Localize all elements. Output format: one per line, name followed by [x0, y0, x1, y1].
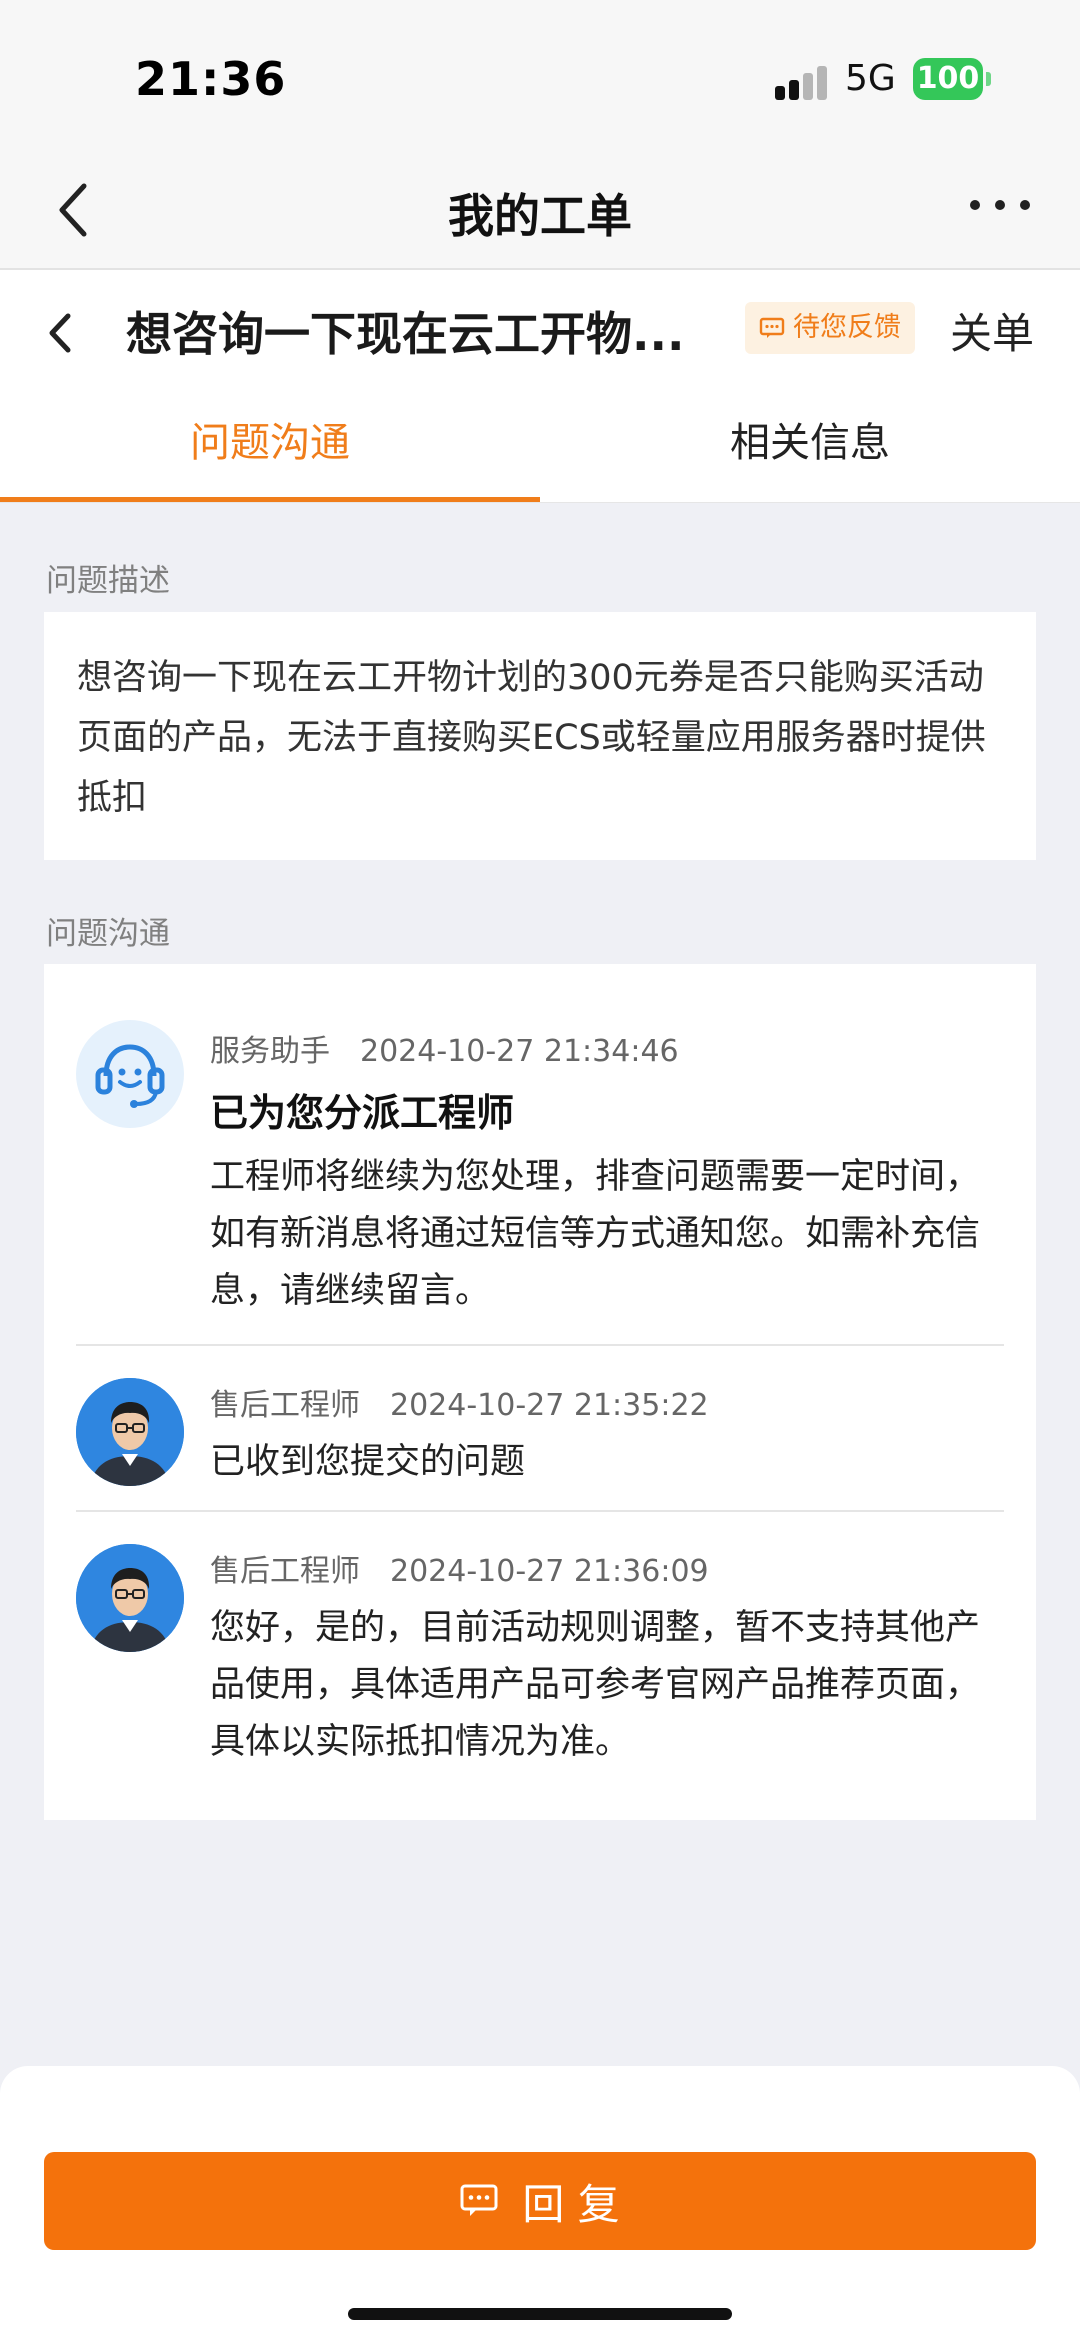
- divider: [76, 1344, 1004, 1346]
- more-options-icon[interactable]: [970, 200, 1030, 214]
- message-body: 工程师将继续为您处理，排查问题需要一定时间，如有新消息将通过短信等方式通知您。如…: [210, 1157, 981, 1311]
- description-section-label: 问题描述: [46, 563, 170, 599]
- network-type: 5G: [845, 58, 896, 99]
- reply-button-label: 回 复: [522, 2179, 620, 2229]
- communication-section-label: 问题沟通: [46, 916, 170, 952]
- reply-button[interactable]: 回 复: [44, 2152, 1036, 2250]
- ticket-title: 想咨询一下现在云工开物...: [126, 307, 685, 361]
- nav-bar: 我的工单: [0, 150, 1080, 270]
- status-badge: 待您反馈: [745, 302, 915, 354]
- sender-name: 售后工程师: [210, 1388, 360, 1423]
- ticket-header: 想咨询一下现在云工开物... 待您反馈 关单: [0, 270, 1080, 390]
- message-body: 已收到您提交的问题: [210, 1442, 526, 1482]
- divider: [76, 1510, 1004, 1512]
- tab-communication[interactable]: 问题沟通: [0, 390, 540, 502]
- message-meta: 售后工程师 2024-10-27 21:35:22: [210, 1380, 709, 1424]
- assistant-avatar-icon: [76, 1020, 184, 1128]
- message-body: 您好，是的，目前活动规则调整，暂不支持其他产品使用，具体适用产品可参考官网产品推…: [210, 1608, 981, 1762]
- status-badge-label: 待您反馈: [793, 312, 901, 343]
- battery-tip: [986, 72, 991, 86]
- status-time: 21:36: [135, 52, 287, 106]
- home-indicator[interactable]: [348, 2308, 732, 2320]
- communication-card: 服务助手 2024-10-27 21:34:46 已为您分派工程师 工程师将继续为…: [44, 964, 1036, 1820]
- bottom-bar: 回 复: [0, 2066, 1080, 2341]
- message-meta: 售后工程师 2024-10-27 21:36:09: [210, 1546, 709, 1590]
- close-ticket-button[interactable]: 关单: [950, 300, 1034, 361]
- message-time: 2024-10-27 21:34:46: [360, 1034, 679, 1069]
- tab-bar: 问题沟通 相关信息: [0, 390, 1080, 503]
- sender-name: 售后工程师: [210, 1554, 360, 1589]
- message-icon: [759, 317, 785, 338]
- engineer-avatar-icon: [76, 1544, 184, 1652]
- description-text: 想咨询一下现在云工开物计划的300元券是否只能购买活动页面的产品，无法于直接购买…: [77, 658, 986, 818]
- signal-icon: [775, 64, 829, 100]
- page-title: 我的工单: [448, 189, 632, 243]
- description-card: 想咨询一下现在云工开物计划的300元券是否只能购买活动页面的产品，无法于直接购买…: [44, 612, 1036, 860]
- ticket-back-icon[interactable]: [40, 308, 80, 358]
- active-tab-indicator: [0, 497, 540, 502]
- reply-message-icon: [460, 2184, 498, 2216]
- battery-indicator: 100: [913, 58, 983, 100]
- status-bar: 21:36 5G 100: [0, 0, 1080, 150]
- sender-name: 服务助手: [210, 1034, 330, 1069]
- tab-related-info[interactable]: 相关信息: [540, 390, 1080, 502]
- message-time: 2024-10-27 21:35:22: [390, 1388, 709, 1423]
- engineer-avatar-icon: [76, 1378, 184, 1486]
- message-meta: 服务助手 2024-10-27 21:34:46: [210, 1026, 679, 1070]
- message-time: 2024-10-27 21:36:09: [390, 1554, 709, 1589]
- message-title: 已为您分派工程师: [210, 1091, 515, 1135]
